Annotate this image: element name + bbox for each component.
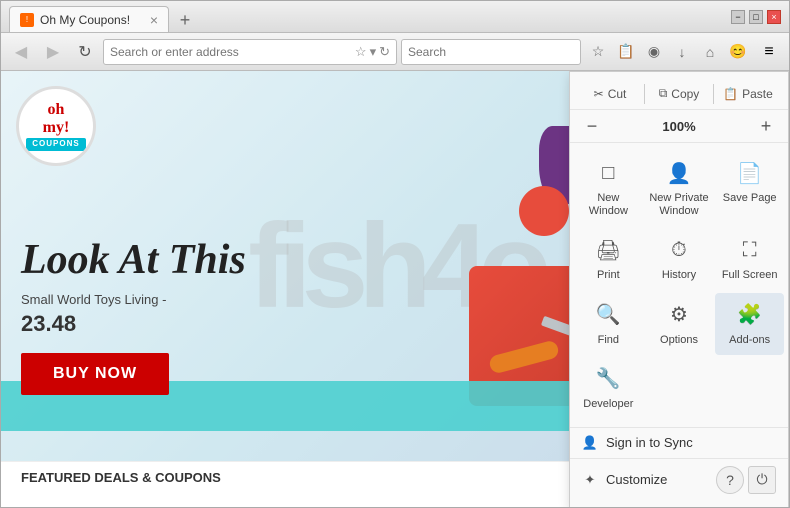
navigation-bar: ◀ ▶ ↻ ☆ ▾ ↻ ☆ 📋 ◉ ↓ ⌂ 😊 ≡: [1, 33, 789, 71]
customize-label: Customize: [606, 472, 667, 487]
power-button[interactable]: ⏻: [748, 466, 776, 494]
address-bar[interactable]: ☆ ▾ ↻: [103, 39, 397, 65]
home-icon[interactable]: ⌂: [697, 39, 723, 65]
search-input[interactable]: [408, 45, 574, 59]
back-button[interactable]: ◀: [7, 38, 35, 66]
tab-favicon: !: [20, 13, 34, 27]
new-private-window-item[interactable]: 👤 New Private Window: [645, 151, 714, 226]
sign-in-label: Sign in to Sync: [606, 435, 693, 450]
new-private-label: New Private Window: [649, 192, 710, 218]
hero-text-area: Look At This Small World Toys Living - 2…: [1, 107, 381, 424]
new-window-label: New Window: [578, 192, 639, 218]
paste-label: Paste: [742, 87, 773, 101]
tab-title: Oh My Coupons!: [40, 13, 130, 27]
zoom-in-button[interactable]: +: [754, 114, 778, 138]
save-page-item[interactable]: 📄 Save Page: [715, 151, 784, 226]
sign-in-sync-item[interactable]: 👤 Sign in to Sync: [570, 428, 788, 459]
refresh-small-icon[interactable]: ↻: [379, 44, 390, 60]
copy-button[interactable]: ⧉ Copy: [645, 82, 713, 105]
close-button[interactable]: ×: [767, 10, 781, 24]
tab-close-button[interactable]: ×: [150, 12, 158, 28]
hero-subtitle: Small World Toys Living -: [21, 292, 351, 307]
menu-grid: □ New Window 👤 New Private Window 📄 Save…: [570, 143, 788, 428]
paste-button[interactable]: 📋 Paste: [714, 83, 782, 105]
new-window-item[interactable]: □ New Window: [574, 151, 643, 226]
search-bar[interactable]: [401, 39, 581, 65]
find-label: Find: [598, 334, 619, 347]
forward-button[interactable]: ▶: [39, 38, 67, 66]
addons-icon: 🧩: [734, 301, 766, 329]
bookmark-star-icon[interactable]: ☆: [355, 44, 367, 60]
hamburger-menu-button[interactable]: ≡: [755, 38, 783, 66]
fullscreen-icon: ⛶: [734, 236, 766, 264]
zoom-out-button[interactable]: −: [580, 114, 604, 138]
options-icon: ⚙: [663, 301, 695, 329]
addons-item[interactable]: 🧩 Add-ons: [715, 293, 784, 355]
help-button[interactable]: ?: [716, 466, 744, 494]
history-item[interactable]: ⏱ History: [645, 228, 714, 290]
buy-now-button[interactable]: BUY NOW: [21, 353, 169, 395]
new-window-icon: □: [592, 159, 624, 187]
developer-label: Developer: [583, 398, 633, 411]
options-item[interactable]: ⚙ Options: [645, 293, 714, 355]
window-controls: − □ ×: [731, 10, 781, 24]
tomato-shape: [519, 186, 569, 236]
paste-icon: 📋: [723, 87, 738, 101]
cut-icon: ✂: [594, 87, 604, 101]
save-page-icon: 📄: [734, 159, 766, 187]
maximize-button[interactable]: □: [749, 10, 763, 24]
bookmark-icon[interactable]: ☆: [585, 39, 611, 65]
addons-label: Add-ons: [729, 334, 770, 347]
pocket-icon[interactable]: ◉: [641, 39, 667, 65]
copy-icon: ⧉: [659, 86, 668, 101]
sign-in-icon: 👤: [582, 435, 598, 451]
fullscreen-item[interactable]: ⛶ Full Screen: [715, 228, 784, 290]
copy-label: Copy: [671, 87, 699, 101]
save-page-label: Save Page: [723, 192, 777, 205]
developer-item[interactable]: 🔧 Developer: [574, 357, 643, 419]
customize-item[interactable]: ✦ Customize ? ⏻: [570, 459, 788, 501]
browser-window: ! Oh My Coupons! × + − □ × ◀ ▶ ↻ ☆ ▾ ↻: [0, 0, 790, 508]
tab-bar: ! Oh My Coupons! × +: [9, 1, 723, 32]
active-tab[interactable]: ! Oh My Coupons! ×: [9, 6, 169, 32]
content-area: fish4o oh my! COUPONS Look: [1, 71, 789, 507]
minimize-button[interactable]: −: [731, 10, 745, 24]
print-label: Print: [597, 269, 620, 282]
reading-list-icon[interactable]: 📋: [613, 39, 639, 65]
customize-icon: ✦: [582, 472, 598, 488]
nav-icons: ☆ 📋 ◉ ↓ ⌂ 😊: [585, 39, 751, 65]
new-private-icon: 👤: [663, 159, 695, 187]
title-bar: ! Oh My Coupons! × + − □ ×: [1, 1, 789, 33]
avatar-icon[interactable]: 😊: [725, 39, 751, 65]
zoom-value: 100%: [662, 119, 695, 134]
find-item[interactable]: 🔍 Find: [574, 293, 643, 355]
dropdown-menu: ✂ Cut ⧉ Copy 📋 Paste − 100% +: [569, 71, 789, 507]
fullscreen-label: Full Screen: [722, 269, 778, 282]
hero-title: Look At This: [21, 237, 351, 283]
print-item[interactable]: 🖨 Print: [574, 228, 643, 290]
find-icon: 🔍: [592, 301, 624, 329]
developer-icon: 🔧: [592, 365, 624, 393]
options-label: Options: [660, 334, 698, 347]
featured-label: FEATURED DEALS & COUPONS: [21, 470, 221, 485]
cut-label: Cut: [608, 87, 627, 101]
cut-button[interactable]: ✂ Cut: [576, 83, 644, 105]
print-icon: 🖨: [592, 236, 624, 264]
zoom-row: − 100% +: [570, 110, 788, 143]
history-label: History: [662, 269, 696, 282]
address-input[interactable]: [110, 45, 351, 59]
hero-price: 23.48: [21, 311, 351, 337]
history-icon: ⏱: [663, 236, 695, 264]
address-bar-icons: ☆ ▾ ↻: [355, 44, 390, 60]
download-icon[interactable]: ↓: [669, 39, 695, 65]
dropdown-arrow-icon[interactable]: ▾: [370, 44, 377, 60]
new-tab-button[interactable]: +: [173, 8, 197, 32]
edit-row: ✂ Cut ⧉ Copy 📋 Paste: [570, 78, 788, 110]
refresh-button[interactable]: ↻: [71, 38, 99, 66]
